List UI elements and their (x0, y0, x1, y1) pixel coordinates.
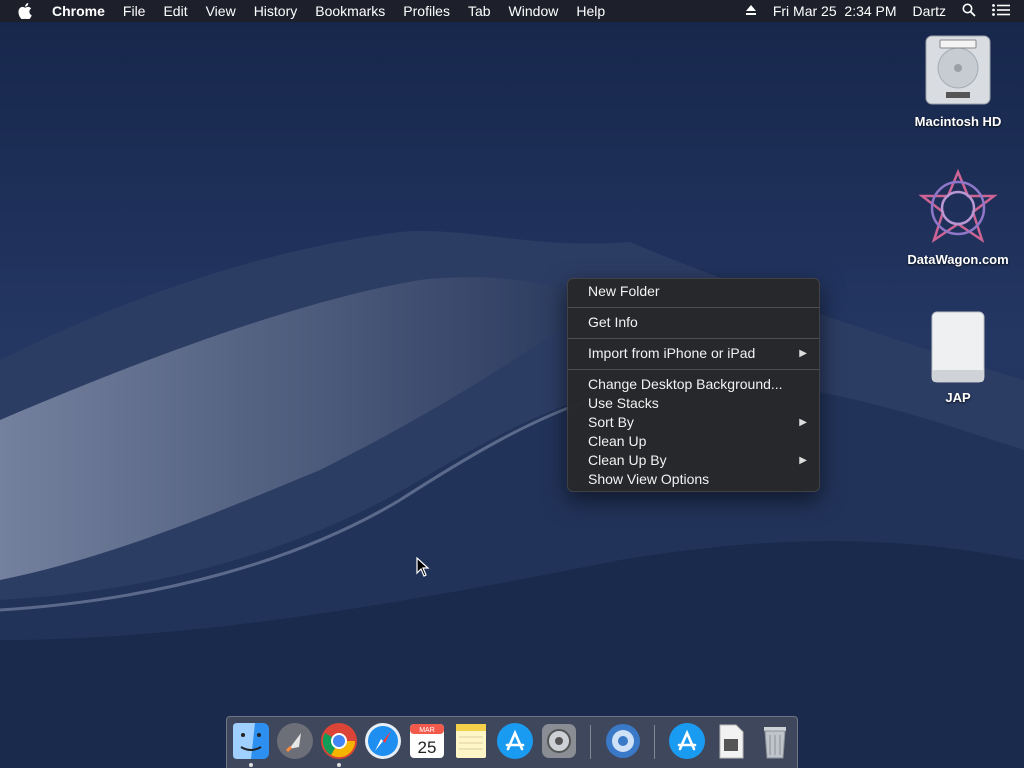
desktop-item-label: DataWagon.com (907, 252, 1009, 267)
calendar-day: 25 (418, 738, 437, 757)
menu-item-label: Get Info (588, 314, 638, 330)
spotlight-search-icon[interactable] (962, 3, 976, 20)
menu-item-clean-up[interactable]: Clean Up (568, 432, 819, 451)
calendar-month: MAR (419, 727, 435, 734)
menu-item-label: Use Stacks (588, 395, 659, 411)
desktop-context-menu: New Folder Get Info Import from iPhone o… (567, 278, 820, 492)
applications-folder-icon[interactable] (667, 721, 707, 761)
menu-separator (568, 369, 819, 370)
desktop-item-jap[interactable]: JAP (903, 306, 1013, 405)
utility-app-icon[interactable] (603, 721, 643, 761)
menu-bookmarks[interactable]: Bookmarks (315, 3, 385, 19)
menu-item-change-desktop-background[interactable]: Change Desktop Background... (568, 375, 819, 394)
menu-item-label: Change Desktop Background... (588, 376, 783, 392)
menu-item-use-stacks[interactable]: Use Stacks (568, 394, 819, 413)
notes-icon[interactable] (451, 721, 491, 761)
calendar-icon[interactable]: MAR 25 (407, 721, 447, 761)
hard-drive-icon (918, 30, 998, 110)
desktop-item-macintosh-hd[interactable]: Macintosh HD (903, 30, 1013, 129)
external-drive-icon (918, 306, 998, 386)
menu-file[interactable]: File (123, 3, 146, 19)
launchpad-icon[interactable] (275, 721, 315, 761)
menu-bar: Chrome File Edit View History Bookmarks … (0, 0, 1024, 22)
menu-item-get-info[interactable]: Get Info (568, 313, 819, 332)
menu-item-sort-by[interactable]: Sort By ▶ (568, 413, 819, 432)
running-indicator (337, 763, 341, 767)
safari-icon[interactable] (363, 721, 403, 761)
dock-divider (654, 725, 655, 759)
eject-icon[interactable] (745, 3, 757, 19)
desktop-item-label: JAP (945, 390, 971, 405)
submenu-arrow-icon: ▶ (799, 455, 807, 466)
menu-profiles[interactable]: Profiles (403, 3, 450, 19)
menu-tab[interactable]: Tab (468, 3, 491, 19)
menu-separator (568, 338, 819, 339)
menu-item-clean-up-by[interactable]: Clean Up By ▶ (568, 451, 819, 470)
chrome-icon[interactable] (319, 721, 359, 761)
menu-item-label: Show View Options (588, 471, 710, 487)
notification-center-icon[interactable] (992, 3, 1010, 19)
menu-item-label: Import from iPhone or iPad (588, 345, 756, 361)
menu-item-show-view-options[interactable]: Show View Options (568, 470, 819, 489)
menu-edit[interactable]: Edit (163, 3, 187, 19)
submenu-arrow-icon: ▶ (799, 348, 807, 359)
datawagon-icon (918, 168, 998, 248)
menu-item-new-folder[interactable]: New Folder (568, 282, 819, 301)
dock: MAR 25 (226, 716, 798, 768)
menubar-clock[interactable]: Fri Mar 25 2:34 PM (773, 3, 897, 19)
menu-separator (568, 307, 819, 308)
mouse-pointer-icon (416, 557, 430, 577)
system-preferences-icon[interactable] (539, 721, 579, 761)
apple-menu-icon[interactable] (18, 2, 34, 20)
submenu-arrow-icon: ▶ (799, 417, 807, 428)
active-app-menu[interactable]: Chrome (52, 3, 105, 19)
menu-item-import-from-iphone[interactable]: Import from iPhone or iPad ▶ (568, 344, 819, 363)
menu-window[interactable]: Window (509, 3, 559, 19)
trash-icon[interactable] (755, 721, 795, 761)
desktop-item-datawagon[interactable]: DataWagon.com (903, 168, 1013, 267)
menu-view[interactable]: View (206, 3, 236, 19)
dock-divider (590, 725, 591, 759)
menu-help[interactable]: Help (576, 3, 605, 19)
menu-item-label: Clean Up By (588, 452, 667, 468)
menu-item-label: New Folder (588, 283, 660, 299)
menu-item-label: Sort By (588, 414, 634, 430)
menu-history[interactable]: History (254, 3, 298, 19)
finder-icon[interactable] (231, 721, 271, 761)
menu-item-label: Clean Up (588, 433, 647, 449)
document-stack-icon[interactable] (711, 721, 751, 761)
desktop-wallpaper[interactable] (0, 0, 1024, 768)
app-store-icon[interactable] (495, 721, 535, 761)
desktop-item-label: Macintosh HD (914, 114, 1002, 129)
running-indicator (249, 763, 253, 767)
menubar-user[interactable]: Dartz (913, 3, 946, 19)
